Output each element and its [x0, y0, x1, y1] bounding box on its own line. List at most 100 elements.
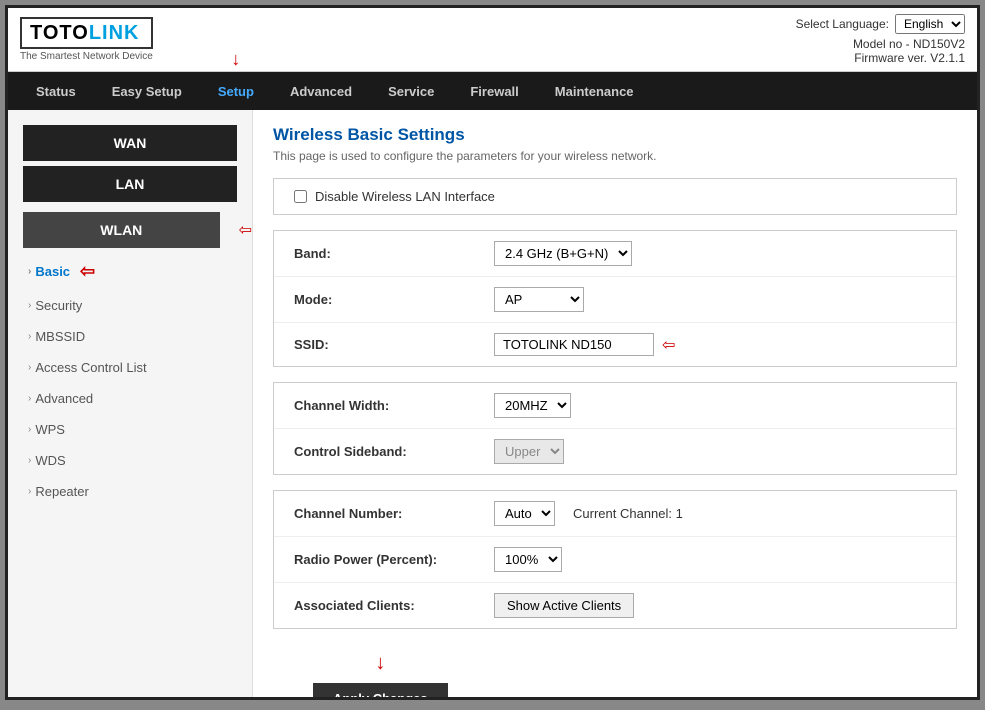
acl-chevron: › — [28, 362, 31, 373]
nav-setup[interactable]: Setup — [200, 72, 272, 110]
associated-clients-control: Show Active Clients — [494, 593, 634, 618]
wps-chevron: › — [28, 424, 31, 435]
basic-arrow-icon: ⇦ — [80, 261, 95, 282]
channel-width-select[interactable]: 20MHZ 40MHZ — [494, 393, 571, 418]
channel-width-row: Channel Width: 20MHZ 40MHZ — [274, 383, 956, 429]
ssid-input[interactable] — [494, 333, 654, 356]
channel-number-row: Channel Number: Auto 1234 5678 91011 Cur… — [274, 491, 956, 537]
ssid-arrow-icon: ⇦ — [662, 335, 675, 355]
band-select[interactable]: 2.4 GHz (B+G+N) 2.4 GHz (B+G) 2.4 GHz (B… — [494, 241, 632, 266]
lang-label: Select Language: — [796, 17, 889, 31]
radio-power-select[interactable]: 100% 75% 50% 25% — [494, 547, 562, 572]
mode-control: AP Client WDS AP+WDS — [494, 287, 584, 312]
sidebar-item-acl[interactable]: › Access Control List — [8, 352, 252, 383]
control-sideband-label: Control Sideband: — [294, 444, 494, 459]
nav-setup-wrapper: ↓ Setup — [200, 72, 272, 110]
sidebar-wps-label: WPS — [35, 422, 65, 437]
channel-width-label: Channel Width: — [294, 398, 494, 413]
sidebar-item-basic[interactable]: › Basic ⇦ — [8, 253, 252, 290]
radio-power-label: Radio Power (Percent): — [294, 552, 494, 567]
sidebar: WAN LAN WLAN ⇦ › Basic ⇦ › Security › MB… — [8, 110, 253, 697]
main-content: Wireless Basic Settings This page is use… — [253, 110, 977, 697]
ssid-control: ⇦ — [494, 333, 675, 356]
mode-row: Mode: AP Client WDS AP+WDS — [274, 277, 956, 323]
channel-number-select[interactable]: Auto 1234 5678 91011 — [494, 501, 555, 526]
channel-number-control: Auto 1234 5678 91011 Current Channel: 1 — [494, 501, 683, 526]
nav-maintenance[interactable]: Maintenance — [537, 72, 652, 110]
nav-easy-setup[interactable]: Easy Setup — [94, 72, 200, 110]
section-disable-wireless: Disable Wireless LAN Interface — [273, 178, 957, 215]
sidebar-item-advanced[interactable]: › Advanced — [8, 383, 252, 414]
sidebar-item-wps[interactable]: › WPS — [8, 414, 252, 445]
nav-service[interactable]: Service — [370, 72, 452, 110]
band-control: 2.4 GHz (B+G+N) 2.4 GHz (B+G) 2.4 GHz (B… — [494, 241, 632, 266]
band-label: Band: — [294, 246, 494, 261]
repeater-chevron: › — [28, 486, 31, 497]
apply-section: ↓ Apply Changes — [273, 644, 957, 697]
sidebar-item-security[interactable]: › Security — [8, 290, 252, 321]
associated-clients-row: Associated Clients: Show Active Clients — [274, 583, 956, 628]
sidebar-repeater-label: Repeater — [35, 484, 88, 499]
mode-select[interactable]: AP Client WDS AP+WDS — [494, 287, 584, 312]
control-sideband-select[interactable]: Upper Lower — [494, 439, 564, 464]
language-select[interactable]: English — [895, 14, 965, 34]
mode-label: Mode: — [294, 292, 494, 307]
disable-wireless-text: Disable Wireless LAN Interface — [315, 189, 495, 204]
radio-power-row: Radio Power (Percent): 100% 75% 50% 25% — [274, 537, 956, 583]
apply-arrow-icon: ↓ — [375, 652, 385, 675]
nav-status[interactable]: Status — [18, 72, 94, 110]
sidebar-acl-label: Access Control List — [35, 360, 146, 375]
page-title: Wireless Basic Settings — [273, 125, 957, 145]
ssid-input-wrapper: ⇦ — [494, 333, 675, 356]
advanced-chevron: › — [28, 393, 31, 404]
language-row: Select Language: English — [796, 14, 965, 34]
wlan-arrow-icon: ⇦ — [239, 220, 252, 240]
sidebar-wds-label: WDS — [35, 453, 65, 468]
security-chevron: › — [28, 300, 31, 311]
sidebar-basic-label: Basic — [35, 264, 70, 279]
ssid-label: SSID: — [294, 337, 494, 352]
disable-wireless-checkbox[interactable] — [294, 190, 307, 203]
current-channel-text: Current Channel: 1 — [573, 506, 683, 521]
sidebar-item-repeater[interactable]: › Repeater — [8, 476, 252, 507]
band-row: Band: 2.4 GHz (B+G+N) 2.4 GHz (B+G) 2.4 … — [274, 231, 956, 277]
sidebar-wan-button[interactable]: WAN — [23, 125, 237, 161]
nav-advanced[interactable]: Advanced — [272, 72, 370, 110]
ssid-row: SSID: ⇦ — [274, 323, 956, 366]
channel-number-label: Channel Number: — [294, 506, 494, 521]
page-header: TOTOLINK The Smartest Network Device Sel… — [8, 8, 977, 72]
control-sideband-row: Control Sideband: Upper Lower — [274, 429, 956, 474]
associated-clients-label: Associated Clients: — [294, 598, 494, 613]
basic-chevron: › — [28, 266, 31, 277]
logo-toto: TOTO — [30, 22, 89, 44]
control-sideband-control: Upper Lower — [494, 439, 564, 464]
show-clients-button[interactable]: Show Active Clients — [494, 593, 634, 618]
disable-wireless-row: Disable Wireless LAN Interface — [274, 179, 956, 214]
logo: TOTOLINK — [20, 17, 153, 49]
firmware-ver: Firmware ver. V2.1.1 — [796, 51, 965, 65]
section-band-mode-ssid: Band: 2.4 GHz (B+G+N) 2.4 GHz (B+G) 2.4 … — [273, 230, 957, 367]
header-right: Select Language: English Model no - ND15… — [796, 14, 965, 65]
radio-power-control: 100% 75% 50% 25% — [494, 547, 562, 572]
setup-arrow-down: ↓ — [231, 50, 240, 68]
disable-wireless-label[interactable]: Disable Wireless LAN Interface — [294, 189, 495, 204]
section-channel-power: Channel Number: Auto 1234 5678 91011 Cur… — [273, 490, 957, 629]
nav-firewall[interactable]: Firewall — [452, 72, 536, 110]
sidebar-advanced-label: Advanced — [35, 391, 93, 406]
apply-arrow-wrapper: ↓ Apply Changes — [293, 652, 468, 697]
apply-changes-button[interactable]: Apply Changes — [313, 683, 448, 697]
sidebar-wlan-button[interactable]: WLAN — [23, 212, 220, 248]
wds-chevron: › — [28, 455, 31, 466]
channel-width-control: 20MHZ 40MHZ — [494, 393, 571, 418]
navbar: Status Easy Setup ↓ Setup Advanced Servi… — [8, 72, 977, 110]
sidebar-item-mbssid[interactable]: › MBSSID — [8, 321, 252, 352]
logo-tagline: The Smartest Network Device — [20, 51, 153, 62]
sidebar-lan-button[interactable]: LAN — [23, 166, 237, 202]
sidebar-item-wds[interactable]: › WDS — [8, 445, 252, 476]
logo-link: LINK — [89, 22, 140, 44]
sidebar-mbssid-label: MBSSID — [35, 329, 85, 344]
page-description: This page is used to configure the param… — [273, 149, 957, 163]
content-area: WAN LAN WLAN ⇦ › Basic ⇦ › Security › MB… — [8, 110, 977, 697]
model-no: Model no - ND150V2 — [796, 37, 965, 51]
logo-area: TOTOLINK The Smartest Network Device — [20, 17, 153, 62]
